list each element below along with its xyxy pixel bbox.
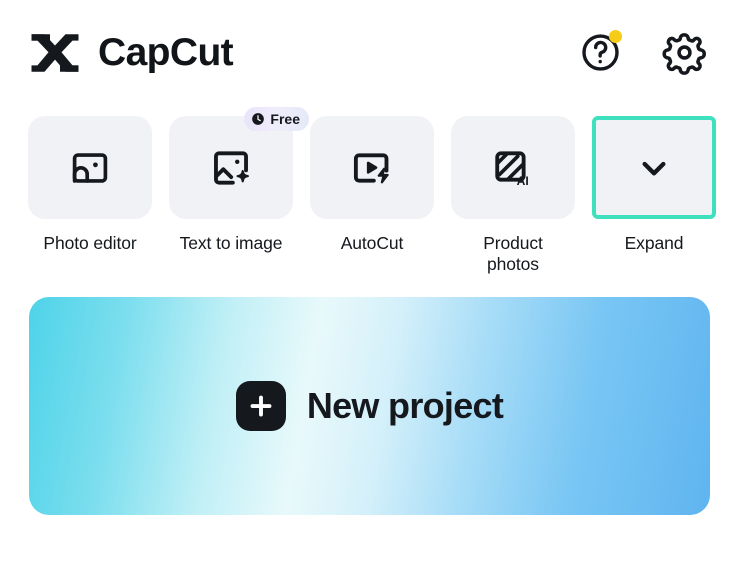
photo-editor-icon [69, 147, 111, 189]
tool-label-expand: Expand [624, 233, 684, 253]
capcut-logo-icon [28, 31, 82, 75]
clock-icon [251, 112, 265, 126]
brand: CapCut [28, 31, 234, 75]
tool-label-autocut: AutoCut [340, 233, 404, 253]
notification-dot [609, 29, 622, 43]
tool-card-text-to-image[interactable]: Free [169, 107, 309, 219]
tool-card-expand[interactable] [592, 116, 716, 219]
text-to-image-icon [209, 146, 253, 190]
settings-button[interactable] [661, 30, 707, 76]
brand-name: CapCut [98, 31, 234, 74]
new-project-label: New project [306, 385, 504, 426]
tool-item-text-to-image[interactable]: Free Text to image [169, 107, 309, 276]
plus-icon [235, 381, 286, 431]
free-badge: Free [244, 107, 309, 131]
tool-row: Photo editor Free Text to image AutoCut … [0, 107, 739, 276]
header-actions [577, 29, 713, 76]
capcut-home-screen: CapCut Photo editor Free Text to image A… [0, 0, 739, 569]
tool-card-autocut[interactable] [310, 116, 434, 219]
autocut-icon [350, 146, 394, 190]
help-button[interactable] [577, 29, 623, 76]
tool-label-product-photos: Product photos [483, 233, 543, 275]
svg-text:AI: AI [517, 173, 529, 187]
tool-item-product-photos[interactable]: AI Product photos [451, 116, 575, 276]
tool-card-product-photos[interactable]: AI [451, 116, 575, 219]
tool-label-photo-editor: Photo editor [43, 233, 137, 253]
product-photos-ai-icon: AI [491, 146, 535, 190]
app-header: CapCut [0, 0, 739, 105]
tool-item-expand[interactable]: Expand [592, 116, 716, 276]
tool-item-photo-editor[interactable]: Photo editor [28, 116, 152, 276]
tool-label-text-to-image: Text to image [179, 233, 283, 253]
tool-item-autocut[interactable]: AutoCut [310, 116, 434, 276]
chevron-down-icon [634, 148, 674, 188]
free-badge-label: Free [270, 111, 300, 127]
tool-card-photo-editor[interactable] [28, 116, 152, 219]
gear-icon [661, 30, 707, 75]
new-project-button[interactable]: New project [29, 297, 710, 515]
